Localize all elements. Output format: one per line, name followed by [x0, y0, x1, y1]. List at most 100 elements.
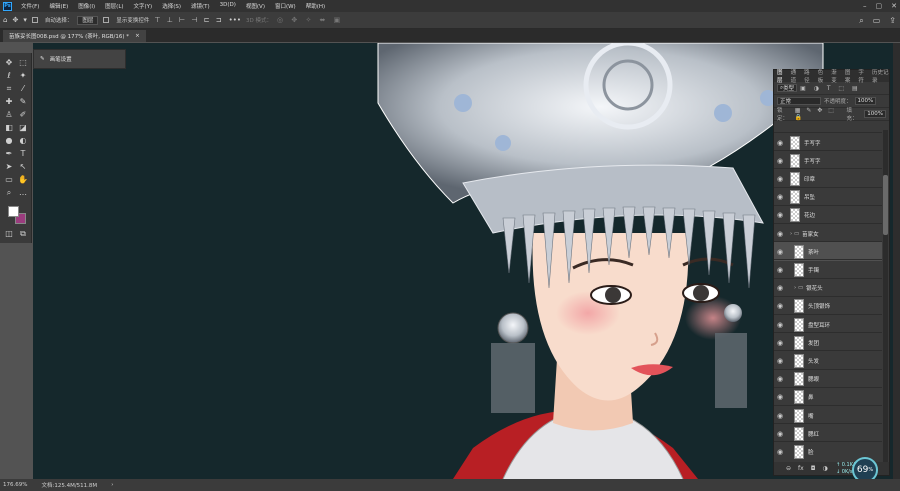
screen-mode-icon[interactable]: ⧉ [18, 229, 28, 239]
move-icon[interactable]: ✥ [12, 14, 18, 26]
layer-row[interactable]: ◉ 鼻 [774, 386, 882, 407]
maximize-icon[interactable]: ▢ [876, 2, 883, 10]
status-arrow-icon[interactable]: › [111, 482, 113, 488]
lock-icons[interactable]: ▦ ✎ ✥ ⬚ 🔒 [795, 107, 844, 121]
opacity-value[interactable]: 100% [854, 97, 877, 105]
crop-tool-icon[interactable]: ⌗ [4, 84, 14, 94]
close-icon[interactable]: ✕ [891, 2, 897, 10]
visibility-eye-icon[interactable]: ◉ [774, 375, 786, 383]
visibility-eye-icon[interactable]: ◉ [774, 357, 786, 365]
visibility-eye-icon[interactable]: ◉ [774, 321, 786, 329]
layers-panel-tab[interactable]: 色板 [818, 68, 827, 84]
type-tool-icon[interactable]: T [18, 149, 28, 159]
layer-row[interactable]: ◉ 发团 [774, 332, 882, 352]
share-icon[interactable]: ⇪ [889, 16, 896, 25]
clone-stamp-icon[interactable]: ♙ [4, 110, 14, 120]
adjustment-icon[interactable]: ◑ [822, 465, 827, 472]
quick-mask-icon[interactable]: ◫ [4, 229, 14, 239]
layer-row[interactable]: ◉ 吊坠 [774, 186, 882, 207]
dodge-tool-icon[interactable]: ◐ [18, 136, 28, 146]
move-tool-icon[interactable]: ✥ [4, 58, 14, 68]
mask-icon[interactable]: ◘ [811, 465, 816, 472]
blur-tool-icon[interactable]: ● [4, 136, 14, 146]
foreground-color-swatch[interactable] [8, 206, 19, 217]
layer-row[interactable]: ◉ 花边 [774, 204, 882, 225]
workspace-icon[interactable]: ▭ [873, 16, 881, 25]
menu-item[interactable]: 图层(L) [100, 2, 128, 10]
zoom-tool-icon[interactable]: ⌕ [4, 188, 14, 198]
visibility-eye-icon[interactable]: ◉ [774, 266, 786, 274]
layers-panel-tab[interactable]: 字符 [858, 68, 867, 84]
layer-row[interactable]: ◉ › ▭ 苗家女 [774, 223, 882, 243]
zoom-level[interactable]: 176.69% [3, 482, 27, 488]
blend-mode-select[interactable]: 正常 [777, 97, 821, 105]
visibility-eye-icon[interactable]: ◉ [774, 193, 786, 201]
eyedropper-icon[interactable]: ⁄ [18, 84, 28, 94]
menu-item[interactable]: 文字(Y) [129, 2, 158, 10]
visibility-eye-icon[interactable]: ◉ [774, 157, 786, 165]
layers-panel-tab[interactable]: 历史记录 [872, 68, 889, 84]
layers-panel-tab[interactable]: 图案 [845, 68, 854, 84]
direct-select-icon[interactable]: ↖ [18, 162, 28, 172]
layers-scroll-thumb[interactable] [883, 175, 888, 235]
layers-panel-tab[interactable]: 通道 [791, 68, 800, 84]
menu-item[interactable]: 窗口(W) [270, 2, 301, 10]
align-icons[interactable]: ⊤ ⊥ ⊢ ⊣ ⊏ ⊐ [154, 14, 223, 26]
link-icon[interactable]: ⊖ [786, 465, 791, 472]
auto-select-checkbox[interactable] [31, 17, 38, 23]
layers-panel-tab[interactable]: 渐变 [831, 68, 840, 84]
menu-item[interactable]: 文件(F) [16, 2, 44, 10]
fill-value[interactable]: 100% [864, 110, 886, 118]
more-icon[interactable]: ••• [229, 14, 241, 26]
shape-tool-icon[interactable]: ▭ [4, 175, 14, 185]
visibility-eye-icon[interactable]: ◉ [774, 448, 786, 456]
history-brush-icon[interactable]: ✐ [18, 110, 28, 120]
lasso-tool-icon[interactable]: ℓ [4, 71, 14, 81]
layer-row[interactable]: ◉ 手写字 [774, 150, 882, 170]
visibility-eye-icon[interactable]: ◉ [774, 412, 786, 420]
canvas[interactable]: ✎ 画笔设置 [33, 43, 894, 479]
brush-tool-icon[interactable]: ✎ [18, 97, 28, 107]
visibility-eye-icon[interactable]: ◉ [774, 139, 786, 147]
auto-select-dropdown[interactable]: 图层 [77, 15, 99, 25]
layer-row[interactable]: ◉ › ▭ 银花头 [774, 277, 882, 298]
hand-tool-icon[interactable]: ✋ [18, 175, 28, 185]
folder-icon[interactable]: › ▭ [794, 285, 803, 291]
layers-scrollbar[interactable] [883, 130, 888, 465]
healing-brush-icon[interactable]: ✚ [4, 97, 14, 107]
layer-row[interactable]: ◉ 头发 [774, 350, 882, 370]
filter-icons[interactable]: ▣ ◑ T ⬚ ▤ [800, 85, 861, 92]
menu-item[interactable]: 滤镜(T) [186, 2, 215, 10]
pen-tool-icon[interactable]: ✒ [4, 149, 14, 159]
document-tab[interactable]: 苗族妥长图008.psd @ 177% (茶叶, RGB/16) * × [3, 30, 146, 42]
layers-panel-tab[interactable]: 图层 [777, 68, 786, 84]
visibility-eye-icon[interactable]: ◉ [774, 284, 786, 292]
menu-item[interactable]: 帮助(H) [301, 2, 330, 10]
dropdown-chevron-icon[interactable]: ▾ [23, 14, 27, 26]
magic-wand-icon[interactable]: ✦ [18, 71, 28, 81]
visibility-eye-icon[interactable]: ◉ [774, 230, 786, 238]
fx-icon[interactable]: fx [798, 465, 804, 472]
layer-row[interactable]: ◉ 印章 [774, 168, 882, 188]
visibility-eye-icon[interactable]: ◉ [774, 211, 786, 219]
visibility-eye-icon[interactable]: ◉ [774, 393, 786, 401]
visibility-eye-icon[interactable]: ◉ [774, 430, 786, 438]
minimize-icon[interactable]: – [863, 2, 867, 10]
eraser-icon[interactable]: ◧ [4, 123, 14, 133]
path-select-icon[interactable]: ➤ [4, 162, 14, 172]
tab-close-icon[interactable]: × [135, 33, 140, 39]
menu-item[interactable]: 视图(V) [241, 2, 270, 10]
layer-filter-select[interactable]: ⌕ 类型 [777, 84, 798, 92]
visibility-eye-icon[interactable]: ◉ [774, 339, 786, 347]
marquee-tool-icon[interactable]: ⬚ [18, 58, 28, 68]
layer-row[interactable]: ◉ 腮红 [774, 423, 882, 443]
layers-panel-tab[interactable]: 路径 [804, 68, 813, 84]
more-tools-icon[interactable]: … [18, 188, 28, 198]
3d-controls-icons[interactable]: ◎ ✥ ✧ ⬌ ▣ [277, 14, 343, 26]
layer-row[interactable]: ◉ 茶叶 [774, 241, 882, 262]
search-icon[interactable]: ⌕ [859, 16, 863, 26]
home-icon[interactable]: ⌂ [3, 14, 7, 26]
layer-row[interactable]: ◉ 手镯 [774, 259, 882, 279]
folder-icon[interactable]: › ▭ [790, 231, 799, 237]
visibility-eye-icon[interactable]: ◉ [774, 175, 786, 183]
